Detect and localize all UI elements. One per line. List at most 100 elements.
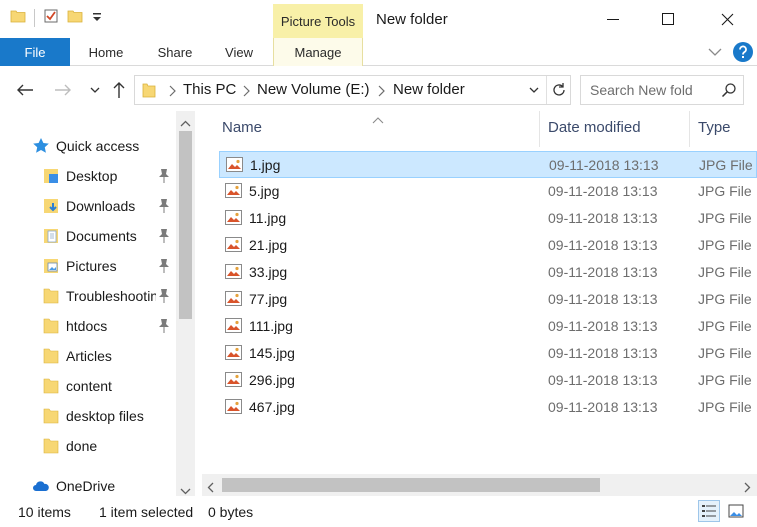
large-icons-view-button[interactable] <box>725 500 747 522</box>
column-separator[interactable] <box>689 111 690 147</box>
search-input[interactable]: Search New fold <box>580 75 744 105</box>
table-row[interactable]: 33.jpg 09-11-2018 13:13 JPG File <box>219 259 757 286</box>
picture-tools-header: Picture Tools <box>273 4 363 38</box>
folder-icon <box>42 317 60 335</box>
tab-file[interactable]: File <box>0 38 70 66</box>
nav-item-content[interactable]: content <box>0 371 176 401</box>
details-view-icon <box>702 505 716 517</box>
image-file-icon <box>225 372 242 387</box>
scroll-right-icon[interactable] <box>743 480 751 496</box>
maximize-button[interactable] <box>640 0 696 38</box>
minimize-icon <box>607 19 619 20</box>
nav-item-label: done <box>66 438 98 454</box>
nav-pane-scrollbar[interactable] <box>176 111 195 496</box>
scroll-left-icon[interactable] <box>207 480 215 496</box>
tab-view[interactable]: View <box>218 38 260 66</box>
scrollbar-thumb[interactable] <box>222 478 600 492</box>
documents-folder-icon <box>42 227 60 245</box>
pictures-folder-icon <box>42 257 60 275</box>
tab-manage[interactable]: Manage <box>273 38 363 66</box>
nav-item-quick-access[interactable]: Quick access <box>0 131 176 161</box>
breadcrumb-new-folder[interactable]: New folder <box>393 81 465 98</box>
column-header-date-modified[interactable]: Date modified <box>548 119 641 136</box>
scrollbar-thumb[interactable] <box>179 131 192 319</box>
forward-arrow-icon <box>55 84 71 96</box>
status-selection: 1 item selected <box>99 504 194 520</box>
column-header-type[interactable]: Type <box>698 119 731 136</box>
table-row[interactable]: 467.jpg 09-11-2018 13:13 JPG File <box>219 394 757 421</box>
nav-item-articles[interactable]: Articles <box>0 341 176 371</box>
pin-icon[interactable] <box>157 288 171 304</box>
nav-item-label: Desktop <box>66 168 118 184</box>
navigation-pane: Quick access Desktop Downloads Documents <box>0 111 195 496</box>
image-file-icon <box>225 399 242 414</box>
table-row[interactable]: 77.jpg 09-11-2018 13:13 JPG File <box>219 286 757 313</box>
table-row[interactable]: 21.jpg 09-11-2018 13:13 JPG File <box>219 232 757 259</box>
file-list: Name Date modified Type 1.jpg 09-11-2018… <box>202 111 757 474</box>
search-icon[interactable] <box>721 82 737 101</box>
file-type: JPG File <box>698 183 752 199</box>
tab-share[interactable]: Share <box>150 38 200 66</box>
minimize-button[interactable] <box>585 0 641 38</box>
properties-icon[interactable] <box>43 8 59 27</box>
nav-item-onedrive[interactable]: OneDrive <box>0 471 176 496</box>
title-bar: Picture Tools New folder <box>0 0 757 38</box>
pin-icon[interactable] <box>157 198 171 214</box>
nav-item-htdocs[interactable]: htdocs <box>0 311 176 341</box>
forward-button[interactable] <box>52 79 74 101</box>
nav-item-pictures[interactable]: Pictures <box>0 251 176 281</box>
chevron-down-icon <box>90 87 100 93</box>
recent-locations-button[interactable] <box>84 79 106 101</box>
file-type: JPG File <box>699 157 753 173</box>
scroll-down-icon[interactable] <box>180 482 191 496</box>
details-view-button[interactable] <box>698 500 720 522</box>
customize-qat-icon[interactable] <box>91 10 103 26</box>
nav-item-documents[interactable]: Documents <box>0 221 176 251</box>
table-row[interactable]: 111.jpg 09-11-2018 13:13 JPG File <box>219 313 757 340</box>
large-icons-view-icon <box>728 504 744 518</box>
star-icon <box>32 137 50 155</box>
file-date: 09-11-2018 13:13 <box>548 372 658 388</box>
table-row[interactable]: 145.jpg 09-11-2018 13:13 JPG File <box>219 340 757 367</box>
back-button[interactable] <box>14 79 36 101</box>
desktop-folder-icon <box>42 167 60 185</box>
folder-icon <box>42 407 60 425</box>
table-row[interactable]: 11.jpg 09-11-2018 13:13 JPG File <box>219 205 757 232</box>
scroll-up-icon[interactable] <box>180 115 191 131</box>
table-row[interactable]: 5.jpg 09-11-2018 13:13 JPG File <box>219 178 757 205</box>
address-dropdown-button[interactable] <box>528 83 540 99</box>
pin-icon[interactable] <box>157 318 171 334</box>
refresh-button[interactable] <box>551 82 567 101</box>
nav-item-troubleshooting[interactable]: Troubleshooting <box>0 281 176 311</box>
tab-home[interactable]: Home <box>80 38 132 66</box>
file-name: 111.jpg <box>249 318 293 334</box>
pin-icon[interactable] <box>157 168 171 184</box>
file-name: 11.jpg <box>249 210 287 226</box>
table-row[interactable]: 296.jpg 09-11-2018 13:13 JPG File <box>219 367 757 394</box>
nav-item-done[interactable]: done <box>0 431 176 461</box>
column-separator[interactable] <box>539 111 540 147</box>
new-folder-icon[interactable] <box>67 8 83 27</box>
folder-icon <box>42 347 60 365</box>
file-date: 09-11-2018 13:13 <box>548 345 658 361</box>
nav-item-label: Pictures <box>66 258 117 274</box>
column-header-name[interactable]: Name <box>222 119 262 136</box>
breadcrumb-new-volume[interactable]: New Volume (E:) <box>257 81 370 98</box>
nav-item-downloads[interactable]: Downloads <box>0 191 176 221</box>
ribbon-expand-button[interactable] <box>707 45 723 61</box>
breadcrumb-this-pc[interactable]: This PC <box>183 81 236 98</box>
address-bar[interactable]: This PC New Volume (E:) New folder <box>134 75 571 105</box>
file-date: 09-11-2018 13:13 <box>548 237 658 253</box>
file-list-horizontal-scrollbar[interactable] <box>202 474 757 496</box>
pin-icon[interactable] <box>157 228 171 244</box>
close-button[interactable] <box>699 0 755 38</box>
nav-item-label: Downloads <box>66 198 136 214</box>
help-button[interactable] <box>733 42 753 62</box>
up-button[interactable] <box>108 79 130 101</box>
nav-item-desktop-files[interactable]: desktop files <box>0 401 176 431</box>
table-row[interactable]: 1.jpg 09-11-2018 13:13 JPG File <box>219 151 757 178</box>
nav-item-desktop[interactable]: Desktop <box>0 161 176 191</box>
pin-icon[interactable] <box>157 258 171 274</box>
file-name: 21.jpg <box>249 237 288 253</box>
image-file-icon <box>225 183 242 198</box>
